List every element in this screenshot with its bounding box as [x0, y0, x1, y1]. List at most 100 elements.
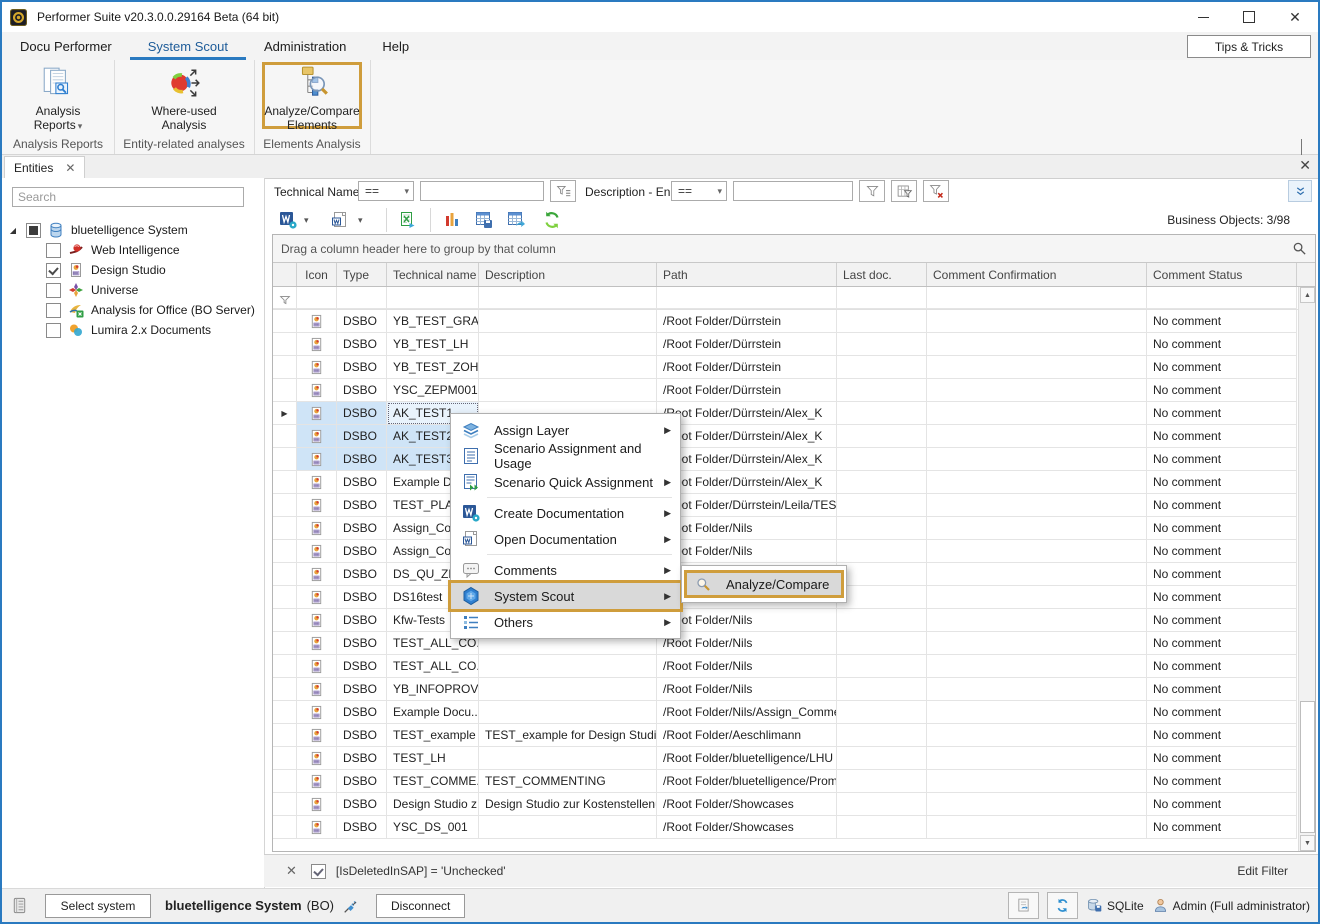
- table-row[interactable]: DSBOYSC_DS_001/Root Folder/ShowcasesNo c…: [273, 816, 1298, 839]
- cell-type[interactable]: DSBO: [337, 609, 387, 632]
- technical-name-filter-button[interactable]: [550, 180, 576, 202]
- column-header-description[interactable]: Description: [479, 263, 657, 286]
- cell-comment-status[interactable]: No comment: [1147, 333, 1297, 356]
- table-row[interactable]: DSBOTEST_PLANN/Root Folder/Dürrstein/Lei…: [273, 494, 1298, 517]
- filter-grid-button[interactable]: [891, 180, 917, 202]
- column-header-comment-status[interactable]: Comment Status: [1147, 263, 1297, 286]
- cell-last-doc[interactable]: [837, 586, 927, 609]
- cell-comment-confirmation[interactable]: [927, 563, 1147, 586]
- cell-path[interactable]: /Root Folder/Dürrstein/Leila/TEST ...: [657, 494, 837, 517]
- cell-type[interactable]: DSBO: [337, 701, 387, 724]
- cell-path[interactable]: /Root Folder/Nils: [657, 655, 837, 678]
- cell-comment-status[interactable]: No comment: [1147, 770, 1297, 793]
- column-header-type[interactable]: Type: [337, 263, 387, 286]
- cell-comment-status[interactable]: No comment: [1147, 540, 1297, 563]
- dropdown-caret-icon[interactable]: ▾: [304, 215, 309, 226]
- cell-type[interactable]: DSBO: [337, 563, 387, 586]
- cell-comment-confirmation[interactable]: [927, 724, 1147, 747]
- table-row[interactable]: DSBOTEST_ALL_CO.../Root Folder/NilsNo co…: [273, 655, 1298, 678]
- open-word-documentation-button[interactable]: [328, 208, 352, 232]
- cell-icon[interactable]: [297, 724, 337, 747]
- cell-technical-name[interactable]: TEST_example: [387, 724, 479, 747]
- cell-comment-status[interactable]: No comment: [1147, 816, 1297, 839]
- cell-type[interactable]: DSBO: [337, 494, 387, 517]
- cell-technical-name[interactable]: YB_INFOPROV...: [387, 678, 479, 701]
- table-row[interactable]: DSBOTEST_COMME...TEST_COMMENTING/Root Fo…: [273, 770, 1298, 793]
- checkbox-unchecked[interactable]: [46, 303, 61, 318]
- cell-path[interactable]: /Root Folder/Showcases: [657, 816, 837, 839]
- cell-last-doc[interactable]: [837, 310, 927, 333]
- technical-name-filter-input[interactable]: [420, 181, 544, 201]
- cell-last-doc[interactable]: [837, 540, 927, 563]
- cell-comment-status[interactable]: No comment: [1147, 609, 1297, 632]
- cell-comment-confirmation[interactable]: [927, 747, 1147, 770]
- cell-last-doc[interactable]: [837, 402, 927, 425]
- table-row[interactable]: DSBOTEST_exampleTEST_example for Design …: [273, 724, 1298, 747]
- cell-description[interactable]: TEST_COMMENTING: [479, 770, 657, 793]
- cell-comment-status[interactable]: No comment: [1147, 517, 1297, 540]
- cell-comment-status[interactable]: No comment: [1147, 356, 1297, 379]
- cell-path[interactable]: /Root Folder/Nils: [657, 678, 837, 701]
- menu-item-comments[interactable]: Comments▶: [451, 557, 680, 583]
- cell-path[interactable]: /Root Folder/Nils/Assign_Commen...: [657, 701, 837, 724]
- panel-close-icon[interactable]: ✕: [1299, 158, 1311, 172]
- cell-comment-confirmation[interactable]: [927, 402, 1147, 425]
- filter-cell[interactable]: [297, 287, 337, 309]
- analyze-compare-elements-button[interactable]: Analyze/Compare Elements: [262, 62, 362, 129]
- create-word-documentation-button[interactable]: [276, 208, 300, 232]
- cell-comment-confirmation[interactable]: [927, 425, 1147, 448]
- cell-comment-confirmation[interactable]: [927, 632, 1147, 655]
- tab-entities[interactable]: Entities ✕: [4, 156, 85, 179]
- cell-technical-name[interactable]: YB_TEST_LH: [387, 333, 479, 356]
- cell-comment-status[interactable]: No comment: [1147, 471, 1297, 494]
- tab-system-scout[interactable]: System Scout: [130, 32, 246, 60]
- cell-last-doc[interactable]: [837, 724, 927, 747]
- cell-path[interactable]: /Root Folder/Dürrstein: [657, 379, 837, 402]
- table-row[interactable]: DSBOYB_TEST_ZOHO/Root Folder/DürrsteinNo…: [273, 356, 1298, 379]
- table-row[interactable]: DSBODesign Studio z...Design Studio zur …: [273, 793, 1298, 816]
- save-grid-layout-button[interactable]: [472, 208, 496, 232]
- scroll-down-arrow[interactable]: ▼: [1300, 835, 1315, 851]
- cell-type[interactable]: DSBO: [337, 471, 387, 494]
- tab-help[interactable]: Help: [364, 32, 427, 60]
- cell-path[interactable]: /Root Folder/Dürrstein/Alex_K: [657, 448, 837, 471]
- cell-last-doc[interactable]: [837, 632, 927, 655]
- cell-last-doc[interactable]: [837, 747, 927, 770]
- disconnect-button[interactable]: Disconnect: [376, 894, 465, 918]
- cell-last-doc[interactable]: [837, 701, 927, 724]
- cell-last-doc[interactable]: [837, 517, 927, 540]
- cell-type[interactable]: DSBO: [337, 379, 387, 402]
- cell-icon[interactable]: [297, 333, 337, 356]
- edit-filter-link[interactable]: Edit Filter: [1237, 864, 1288, 878]
- cell-last-doc[interactable]: [837, 379, 927, 402]
- sync-button[interactable]: [1047, 892, 1078, 919]
- analysis-reports-button[interactable]: Analysis Reports▾: [6, 63, 110, 134]
- cell-last-doc[interactable]: [837, 609, 927, 632]
- column-header-comment-confirmation[interactable]: Comment Confirmation: [927, 263, 1147, 286]
- table-row[interactable]: DSBOAssign_Comm/Root Folder/NilsNo comme…: [273, 540, 1298, 563]
- cell-comment-status[interactable]: No comment: [1147, 379, 1297, 402]
- cell-last-doc[interactable]: [837, 678, 927, 701]
- cell-icon[interactable]: [297, 678, 337, 701]
- cell-type[interactable]: DSBO: [337, 448, 387, 471]
- description-operator-select[interactable]: == ▾: [671, 181, 727, 201]
- cell-icon[interactable]: [297, 517, 337, 540]
- cell-path[interactable]: /Root Folder/Nils: [657, 517, 837, 540]
- cell-comment-confirmation[interactable]: [927, 494, 1147, 517]
- cell-technical-name[interactable]: TEST_LH: [387, 747, 479, 770]
- expander-icon[interactable]: ◢: [7, 226, 19, 235]
- column-header-icon[interactable]: Icon: [297, 263, 337, 286]
- cell-description[interactable]: [479, 747, 657, 770]
- cell-comment-status[interactable]: No comment: [1147, 678, 1297, 701]
- cell-icon[interactable]: [297, 747, 337, 770]
- cell-icon[interactable]: [297, 770, 337, 793]
- cell-comment-confirmation[interactable]: [927, 701, 1147, 724]
- cell-description[interactable]: [479, 310, 657, 333]
- table-row[interactable]: DSBOTEST_LH/Root Folder/bluetelligence/L…: [273, 747, 1298, 770]
- tree-item[interactable]: Web Intelligence: [2, 240, 264, 260]
- cell-icon[interactable]: [297, 310, 337, 333]
- table-row[interactable]: DSBOYB_TEST_GRAPH/Root Folder/DürrsteinN…: [273, 310, 1298, 333]
- select-system-button[interactable]: Select system: [45, 894, 151, 918]
- clear-filter-button[interactable]: [923, 180, 949, 202]
- cell-type[interactable]: DSBO: [337, 586, 387, 609]
